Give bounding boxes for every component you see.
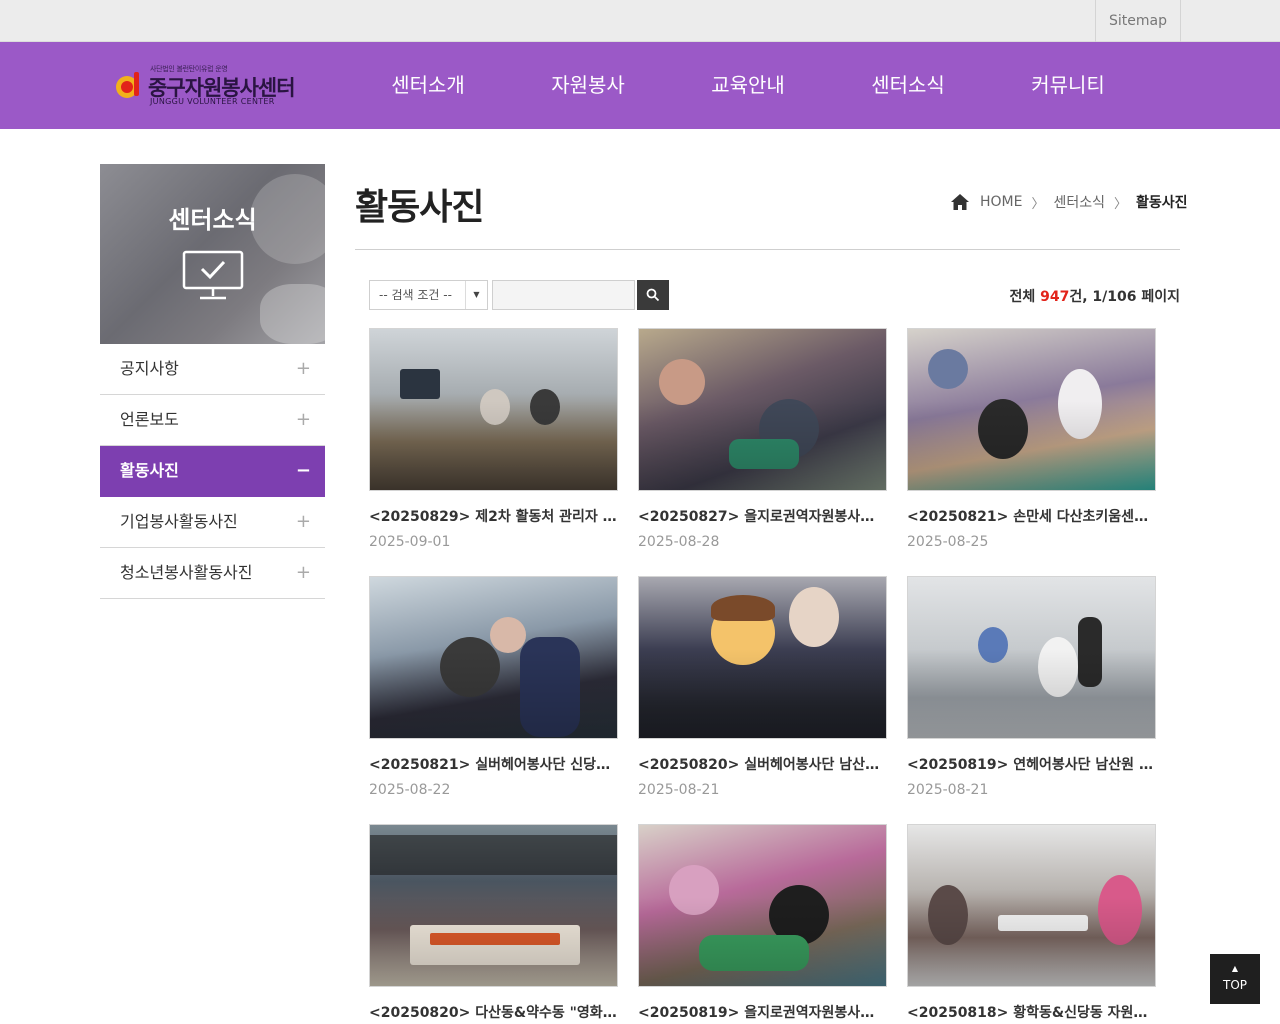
sidebar-item-label: 기업봉사활동사진 — [120, 512, 238, 531]
nav-item-about[interactable]: 센터소개 — [348, 42, 508, 129]
gallery-title[interactable]: <20250819> 을지로권역자원봉사캠프 활동 — [638, 1002, 887, 1022]
sidebar-item-notice[interactable]: 공지사항 + — [100, 344, 325, 395]
gallery-card[interactable]: <20250818> 황학동&신당동 자원봉사캠프 — [907, 824, 1156, 1021]
gallery-thumbnail[interactable] — [638, 824, 887, 987]
page-title: 활동사진 — [355, 187, 484, 228]
chevron-right-icon: 〉 — [1114, 196, 1128, 212]
main-nav: 센터소개 자원봉사 교육안내 센터소식 커뮤니티 — [348, 42, 1148, 129]
gallery-title[interactable]: <20250829> 제2차 활동처 관리자 전문교육 — [369, 506, 618, 526]
gallery-thumbnail[interactable] — [369, 328, 618, 491]
sidebar-item-youth-photos[interactable]: 청소년봉사활동사진 + — [100, 548, 325, 599]
sidebar-item-label: 청소년봉사활동사진 — [120, 563, 253, 582]
caret-down-icon: ▼ — [465, 281, 487, 309]
gallery-date: 2025-08-21 — [907, 782, 989, 798]
gallery-thumbnail[interactable] — [369, 576, 618, 739]
gallery-date: 2025-08-28 — [638, 534, 720, 550]
total-count: 전체 947건, 1/106 페이지 — [1000, 286, 1180, 306]
scroll-top-button[interactable]: ▲ TOP — [1210, 954, 1260, 1004]
site-logo[interactable]: 사단법인 볼런탄이유럽 운영 중구자원봉사센터 JUNGGU VOLUNTEER… — [114, 64, 314, 110]
sidebar-item-label: 공지사항 — [120, 359, 179, 378]
nav-item-news[interactable]: 센터소식 — [828, 42, 988, 129]
gallery-title[interactable]: <20250821> 실버헤어봉사단 신당데이케어센터 — [369, 754, 618, 774]
nav-item-volunteer[interactable]: 자원봉사 — [508, 42, 668, 129]
home-icon[interactable] — [950, 193, 970, 211]
top-utility-bar: Sitemap — [0, 0, 1280, 42]
gallery-date: 2025-08-21 — [638, 782, 720, 798]
logo-mark-icon — [116, 72, 139, 98]
sidebar-item-label: 언론보도 — [120, 410, 179, 429]
gallery-card[interactable]: <20250827> 을지로권역자원봉사캠프 활동 2025-08-28 — [638, 328, 887, 550]
total-prefix: 전체 — [1009, 289, 1041, 305]
gallery-title[interactable]: <20250820> 실버헤어봉사단 남산실버복지센터 — [638, 754, 887, 774]
breadcrumb-current: 활동사진 — [1136, 195, 1188, 211]
minus-icon: − — [295, 460, 311, 481]
gallery-card[interactable]: <20250820> 다산동&약수동 "영화관람" — [369, 824, 618, 1021]
plus-icon: + — [295, 562, 311, 583]
sitemap-link[interactable]: Sitemap — [1095, 0, 1181, 42]
gallery-title[interactable]: <20250818> 황학동&신당동 자원봉사캠프 — [907, 1002, 1156, 1022]
gallery-thumbnail[interactable] — [638, 328, 887, 491]
gallery-title[interactable]: <20250819> 연헤어봉사단 남산원 '헤어봉사' — [907, 754, 1156, 774]
sidebar-hero-title: 센터소식 — [168, 206, 257, 234]
gallery-date: 2025-08-22 — [369, 782, 451, 798]
search-icon — [646, 288, 660, 302]
breadcrumb-home[interactable]: HOME — [980, 194, 1022, 210]
gallery-card[interactable]: <20250821> 손만세 다산초키움센터 활동 2025-08-25 — [907, 328, 1156, 550]
plus-icon: + — [295, 409, 311, 430]
gallery-card[interactable]: <20250819> 을지로권역자원봉사캠프 활동 — [638, 824, 887, 1021]
search-condition-select[interactable]: -- 검색 조건 -- ▼ — [369, 280, 488, 310]
gallery-thumbnail[interactable] — [369, 824, 618, 987]
sidebar-menu: 공지사항 + 언론보도 + 활동사진 − 기업봉사활동사진 + 청소년봉사활동사… — [100, 344, 325, 599]
hero-decoration — [260, 284, 325, 344]
arrow-up-icon: ▲ — [1231, 964, 1239, 973]
total-suffix: 건, 1/106 페이지 — [1069, 289, 1180, 305]
gallery-title[interactable]: <20250827> 을지로권역자원봉사캠프 활동 — [638, 506, 887, 526]
search-button[interactable] — [637, 280, 669, 310]
sidebar-item-corporate-photos[interactable]: 기업봉사활동사진 + — [100, 497, 325, 548]
gallery-date: 2025-08-25 — [907, 534, 989, 550]
search-condition-value: -- 검색 조건 -- — [379, 288, 452, 302]
total-number: 947 — [1040, 289, 1070, 305]
sidebar-item-press[interactable]: 언론보도 + — [100, 395, 325, 446]
main-header: 사단법인 볼런탄이유럽 운영 중구자원봉사센터 JUNGGU VOLUNTEER… — [0, 42, 1280, 129]
gallery-card[interactable]: <20250821> 실버헤어봉사단 신당데이케어센터 2025-08-22 — [369, 576, 618, 798]
breadcrumb-level1[interactable]: 센터소식 — [1054, 192, 1106, 212]
plus-icon: + — [295, 511, 311, 532]
chevron-right-icon: 〉 — [1031, 196, 1045, 212]
gallery-date: 2025-09-01 — [369, 534, 451, 550]
gallery-thumbnail[interactable] — [907, 576, 1156, 739]
gallery-thumbnail[interactable] — [638, 576, 887, 739]
logo-subtitle: JUNGGU VOLUNTEER CENTER — [150, 97, 275, 106]
monitor-check-icon — [182, 250, 244, 300]
content-divider — [355, 249, 1180, 250]
gallery-card[interactable]: <20250829> 제2차 활동처 관리자 전문교육 2025-09-01 — [369, 328, 618, 550]
gallery-card[interactable]: <20250819> 연헤어봉사단 남산원 '헤어봉사' 2025-08-21 — [907, 576, 1156, 798]
plus-icon: + — [295, 358, 311, 379]
gallery-thumbnail[interactable] — [907, 328, 1156, 491]
gallery-title[interactable]: <20250820> 다산동&약수동 "영화관람" — [369, 1002, 618, 1022]
gallery-card[interactable]: <20250820> 실버헤어봉사단 남산실버복지센터 2025-08-21 — [638, 576, 887, 798]
gallery-thumbnail[interactable] — [907, 824, 1156, 987]
sidebar-hero: 센터소식 — [100, 164, 325, 344]
sidebar-item-photos[interactable]: 활동사진 − — [100, 446, 325, 497]
scroll-top-label: TOP — [1222, 978, 1247, 992]
nav-item-education[interactable]: 교육안내 — [668, 42, 828, 129]
search-input[interactable] — [492, 280, 635, 310]
breadcrumb: HOME 〉 센터소식 〉 활동사진 — [950, 192, 1188, 212]
sidebar-item-label: 활동사진 — [120, 461, 179, 480]
nav-item-community[interactable]: 커뮤니티 — [988, 42, 1148, 129]
gallery-title[interactable]: <20250821> 손만세 다산초키움센터 활동 — [907, 506, 1156, 526]
